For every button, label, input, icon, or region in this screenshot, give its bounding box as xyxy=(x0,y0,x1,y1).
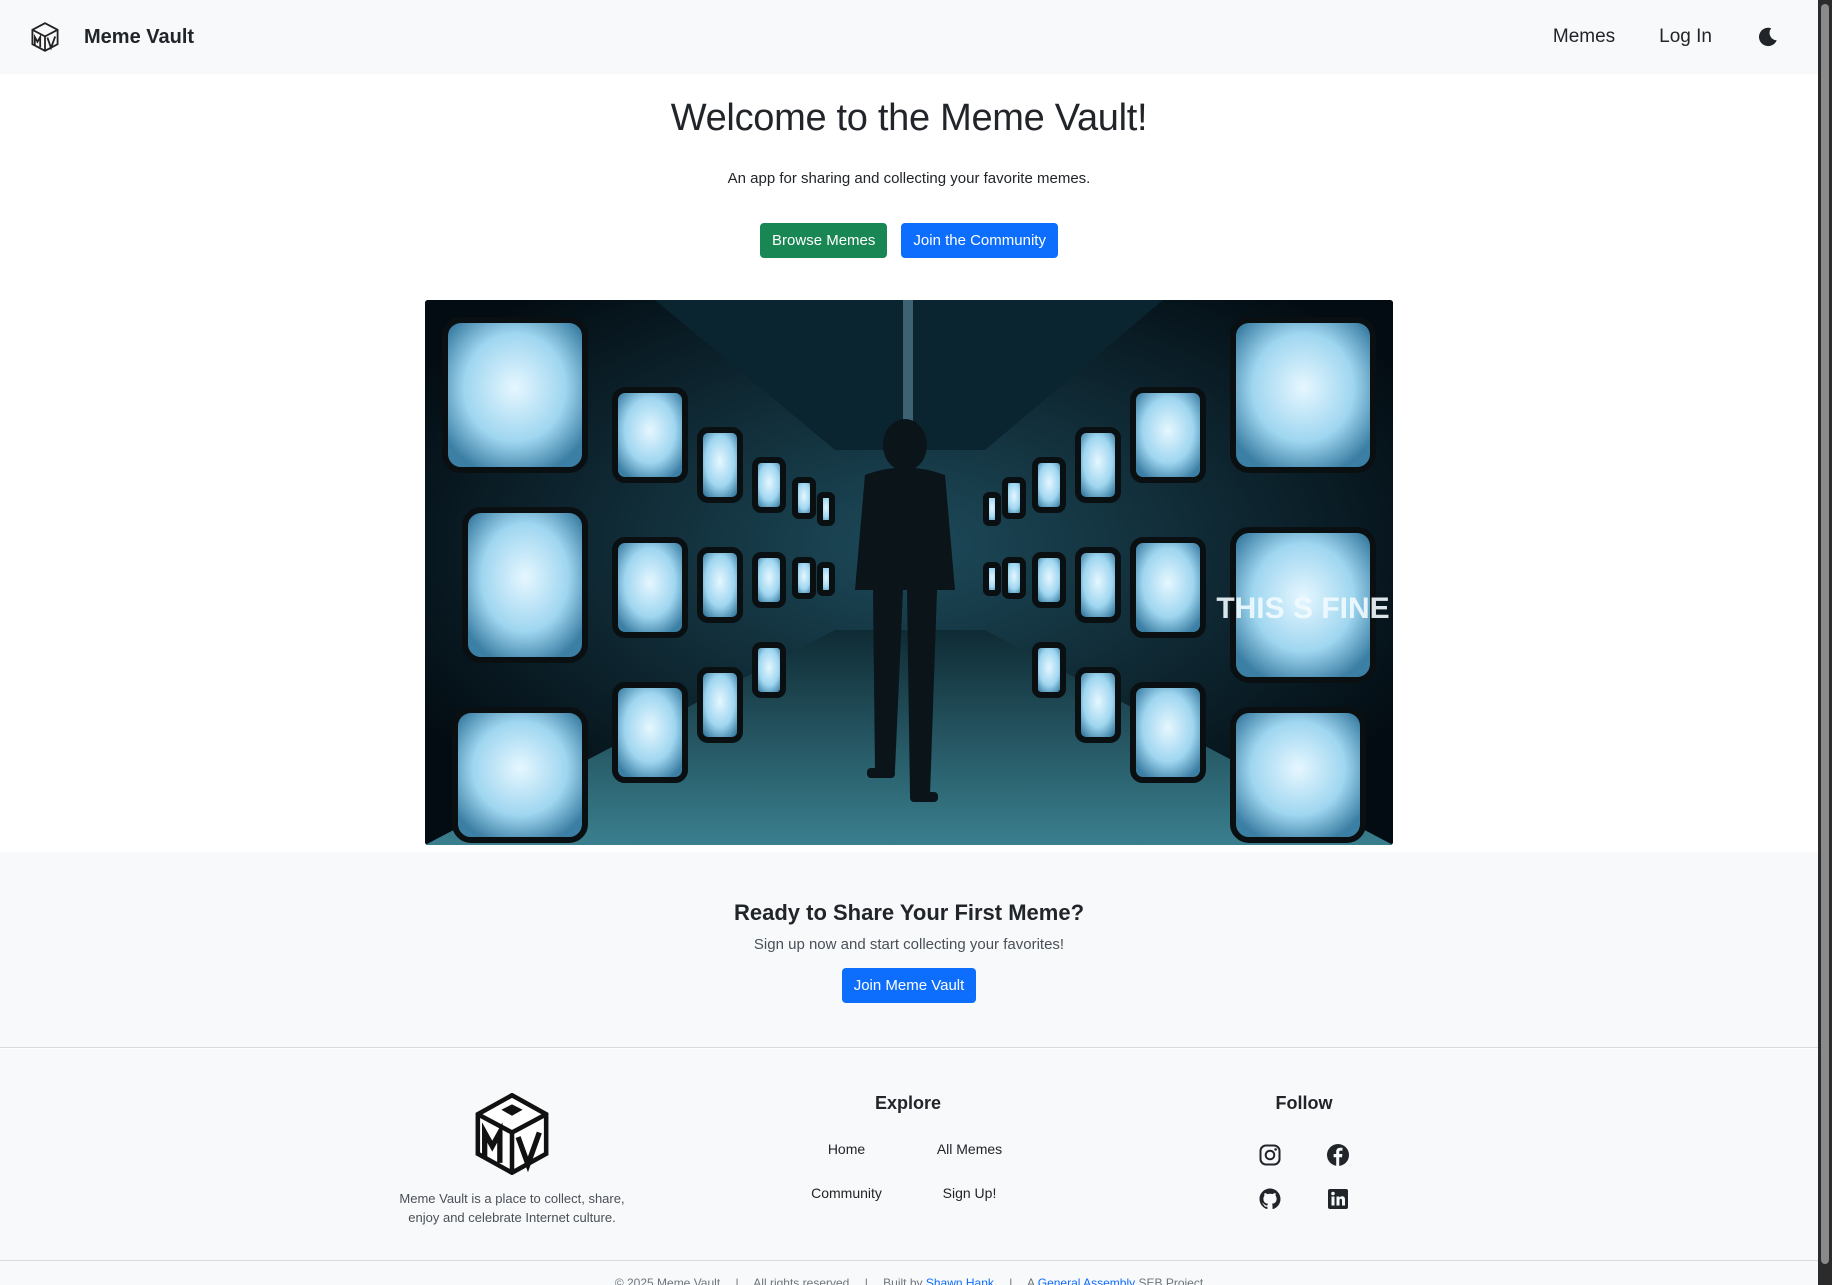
footer-about: Meme Vault is a place to collect, share,… xyxy=(392,1093,632,1227)
join-community-button[interactable]: Join the Community xyxy=(901,222,1058,258)
footer-link-community[interactable]: Community xyxy=(790,1185,903,1201)
footer: Meme Vault is a place to collect, share,… xyxy=(0,1049,1818,1261)
nav-link-memes[interactable]: Memes xyxy=(1553,26,1615,48)
moon-icon xyxy=(1758,27,1777,47)
brand-logo-icon xyxy=(31,22,59,52)
navbar: Meme Vault Memes Log In xyxy=(0,0,1818,74)
page-title: Welcome to the Meme Vault! xyxy=(670,97,1148,139)
explore-links: Home All Memes Community Sign Up! xyxy=(790,1141,1026,1201)
cta-title: Ready to Share Your First Meme? xyxy=(733,900,1085,925)
scrollbar-thumb[interactable] xyxy=(1821,4,1829,1264)
hero-image: THIS S FINE xyxy=(425,299,1393,845)
footer-link-all-memes[interactable]: All Memes xyxy=(913,1141,1026,1157)
footer-link-home[interactable]: Home xyxy=(790,1141,903,1157)
separator: | xyxy=(735,1276,739,1285)
hero-section: Welcome to the Meme Vault! An app for sh… xyxy=(0,74,1818,845)
tv-hallway-illustration: THIS S FINE xyxy=(425,299,1393,845)
hero-buttons: Browse Memes Join the Community xyxy=(0,222,1818,258)
project-suffix-text: SEB Project xyxy=(1138,1276,1204,1285)
footer-bottom-bar: © 2025 Meme Vault | All rights reserved … xyxy=(0,1260,1818,1285)
follow-heading: Follow xyxy=(1275,1093,1333,1113)
explore-heading: Explore xyxy=(874,1093,942,1113)
nav-links: Memes Log In xyxy=(1553,25,1788,49)
social-links xyxy=(1236,1143,1372,1211)
footer-description: Meme Vault is a place to collect, share,… xyxy=(399,1191,625,1225)
browse-memes-button[interactable]: Browse Memes xyxy=(760,222,888,258)
github-icon[interactable] xyxy=(1258,1187,1282,1211)
join-meme-vault-button[interactable]: Join Meme Vault xyxy=(841,968,977,1003)
tv-screen-text: THIS S FINE xyxy=(1216,592,1389,625)
separator: | xyxy=(1009,1276,1013,1285)
footer-explore: Explore Home All Memes Community Sign Up… xyxy=(790,1093,1026,1201)
footer-follow: Follow xyxy=(1236,1093,1372,1211)
nav-link-login[interactable]: Log In xyxy=(1659,26,1712,48)
page: Meme Vault Memes Log In Welcome to the M… xyxy=(0,0,1818,1285)
built-by-text: Built by xyxy=(883,1276,923,1285)
copyright-text: © 2025 Meme Vault xyxy=(614,1276,721,1285)
project-prefix-text: A xyxy=(1027,1276,1035,1285)
footer-link-signup[interactable]: Sign Up! xyxy=(913,1185,1026,1201)
brand-name: Meme Vault xyxy=(84,25,195,48)
footer-logo-icon xyxy=(475,1093,549,1175)
rights-text: All rights reserved xyxy=(753,1276,850,1285)
facebook-icon[interactable] xyxy=(1326,1143,1350,1167)
author-link[interactable]: Shawn Hank xyxy=(926,1276,994,1285)
brand-link[interactable]: Meme Vault xyxy=(30,22,194,52)
linkedin-icon[interactable] xyxy=(1326,1187,1350,1211)
org-link[interactable]: General Assembly xyxy=(1038,1276,1135,1285)
hero-subtitle: An app for sharing and collecting your f… xyxy=(727,169,1091,187)
theme-toggle-button[interactable] xyxy=(1756,25,1780,49)
scrollbar[interactable] xyxy=(1818,0,1832,1285)
cta-subtitle: Sign up now and start collecting your fa… xyxy=(753,936,1065,953)
separator: | xyxy=(864,1276,868,1285)
cta-section: Ready to Share Your First Meme? Sign up … xyxy=(0,852,1818,1048)
instagram-icon[interactable] xyxy=(1258,1143,1282,1167)
